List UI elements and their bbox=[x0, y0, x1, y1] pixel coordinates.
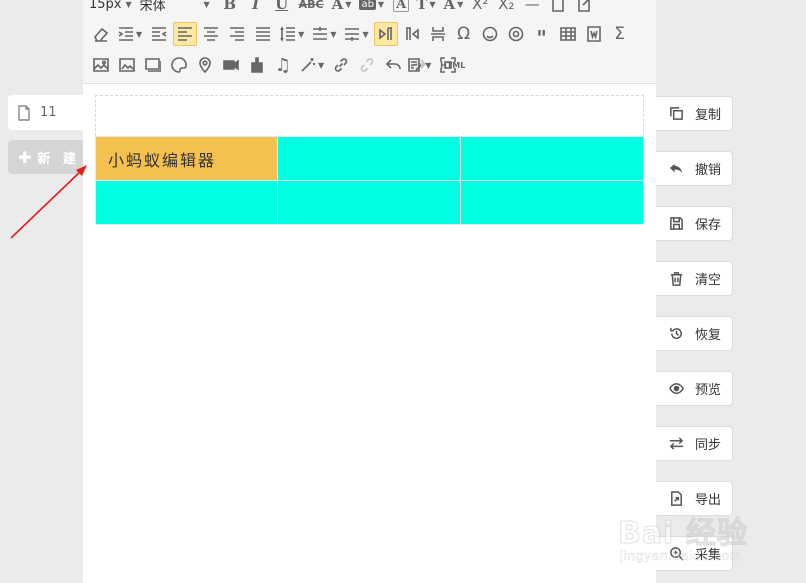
watermark-sub: jingyan.baidu.com bbox=[620, 548, 742, 563]
annotation-arrow bbox=[10, 165, 87, 239]
baidu-watermark: Bai 经验 jingyan.baidu.com bbox=[616, 508, 786, 578]
watermark-main: Bai 经验 bbox=[618, 516, 748, 552]
